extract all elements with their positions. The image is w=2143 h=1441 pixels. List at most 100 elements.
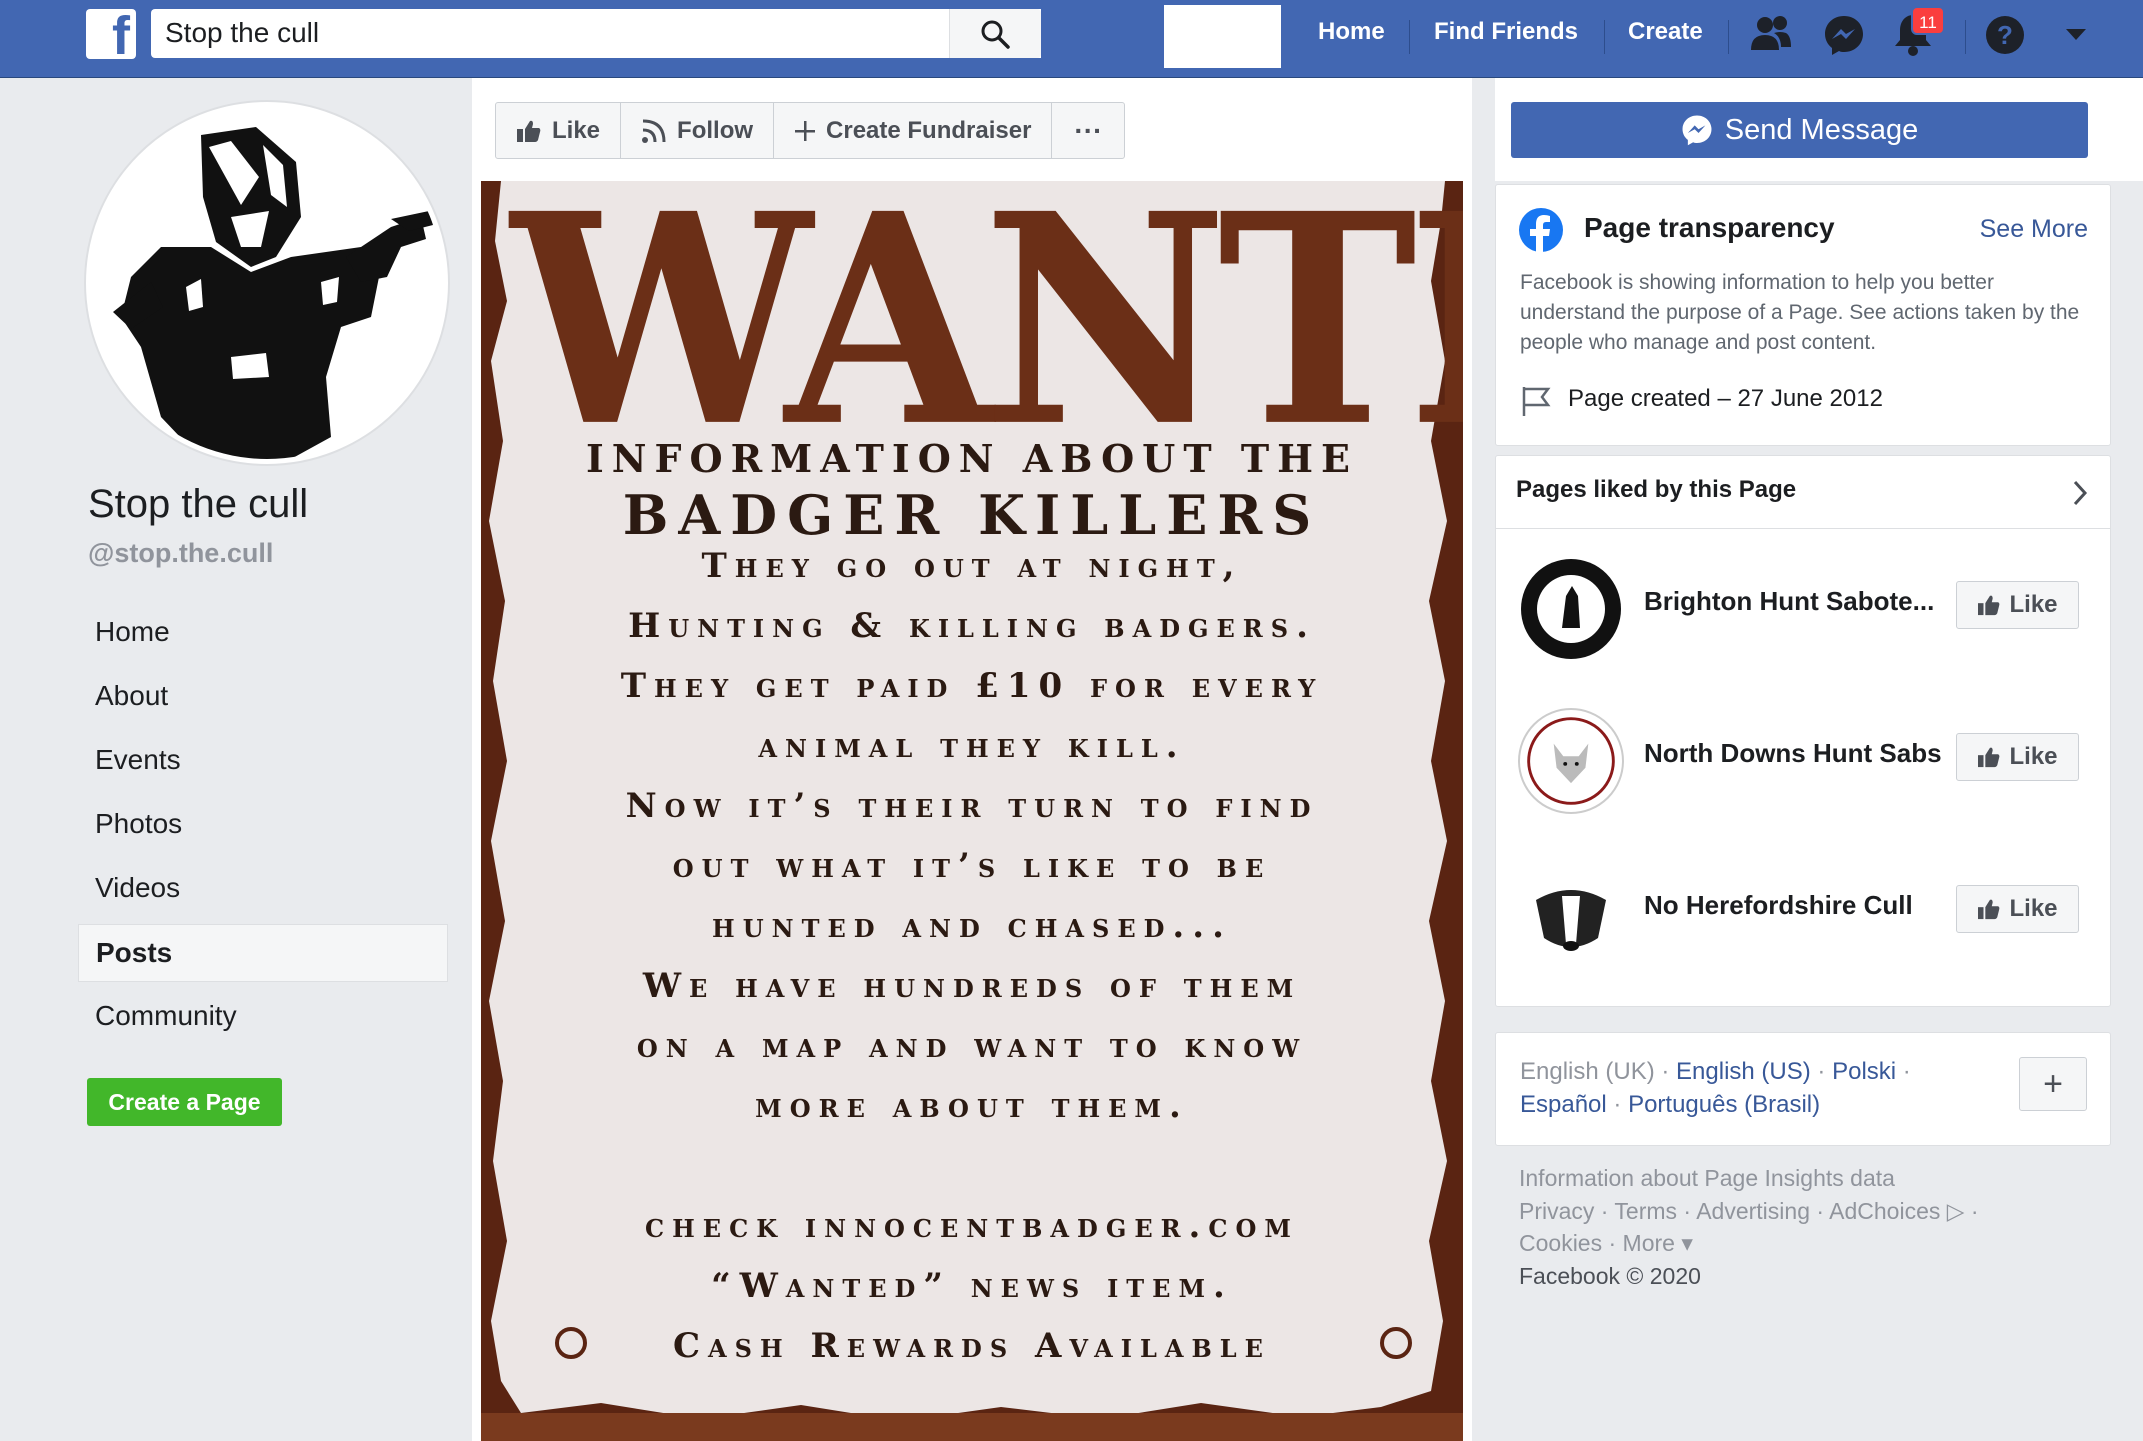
liked-page-name[interactable]: Brighton Hunt Sabote... [1644, 586, 1934, 617]
poster-line: animal they kill. [758, 726, 1186, 766]
thumbs-up-icon [1978, 747, 2000, 768]
transparency-description: Facebook is showing information to help … [1520, 271, 2080, 354]
top-navigation-bar: f Stop the cull Home Find Friends Create… [0, 0, 2143, 78]
like-page-button[interactable]: Like [1956, 581, 2079, 629]
chevron-right-icon[interactable] [2072, 480, 2088, 506]
like-label: Like [552, 116, 601, 144]
create-page-button[interactable]: Create a Page [87, 1078, 282, 1126]
liked-page-name[interactable]: No Herefordshire Cull [1644, 890, 1913, 921]
like-label: Like [2009, 895, 2058, 922]
liked-page-name[interactable]: North Downs Hunt Sabs [1644, 738, 1942, 769]
sidebar-item-posts[interactable]: Posts [78, 924, 448, 982]
language-link-polski[interactable]: Polski [1832, 1058, 1896, 1085]
flag-icon [1522, 387, 1551, 416]
poster-line: Hunting & killing badgers. [628, 606, 1316, 646]
thumbs-up-icon [517, 120, 541, 142]
rss-follow-icon [642, 119, 666, 143]
poster-line: They go out at night, [701, 546, 1243, 586]
send-message-label: Send Message [1724, 113, 1919, 146]
send-message-button[interactable]: Send Message [1511, 102, 2088, 158]
like-label: Like [2009, 591, 2058, 618]
language-list: English (UK) · English (US) · Polski · E… [1520, 1058, 1911, 1118]
nav-create[interactable]: Create [1628, 18, 1703, 46]
facebook-circle-icon [1519, 208, 1563, 253]
poster-line: Cash Rewards Available [673, 1326, 1271, 1366]
copyright: Facebook © 2020 [1519, 1262, 1701, 1289]
language-link-portugues[interactable]: Português (Brasil) [1628, 1091, 1820, 1118]
sidebar-item-about[interactable]: About [78, 668, 448, 726]
messenger-icon [1682, 115, 1712, 146]
page-created-date: Page created – 27 June 2012 [1568, 385, 1883, 412]
fox-emblem-icon [1527, 717, 1615, 805]
wanted-poster-image[interactable]: WANTED INFORMATION ABOUT THE BADGER KILL… [481, 181, 1463, 1441]
follow-label: Follow [677, 116, 754, 144]
liked-page-item[interactable]: North Downs Hunt Sabs Like [1496, 708, 2110, 828]
like-page-button[interactable]: Like [1956, 733, 2079, 781]
poster-subheading: INFORMATION ABOUT THE [586, 436, 1358, 481]
poster-line: more about them. [755, 1086, 1189, 1126]
search-icon [981, 20, 1010, 49]
brighton-hunt-saboteurs-logo[interactable] [1518, 556, 1624, 662]
nav-home[interactable]: Home [1318, 18, 1385, 46]
messenger-icon[interactable] [1823, 14, 1865, 56]
poster-line: check innocentbadger.com [645, 1206, 1299, 1246]
nav-find-friends[interactable]: Find Friends [1434, 18, 1578, 46]
liked-page-item[interactable]: Brighton Hunt Sabote... Like [1496, 556, 2110, 676]
create-fundraiser-button[interactable]: Create Fundraiser [774, 103, 1053, 158]
like-label: Like [2009, 743, 2058, 770]
page-action-bar: Like Follow Create Fundraiser ··· [495, 102, 1126, 159]
plus-icon [795, 120, 816, 141]
friends-icon[interactable] [1750, 14, 1792, 54]
like-page-button[interactable]: Like [1956, 885, 2079, 933]
current-language: English (UK) [1520, 1058, 1655, 1085]
like-page-button[interactable]: Like [496, 103, 622, 158]
thumbs-up-icon [1978, 899, 2000, 920]
svg-text:?: ? [1997, 20, 2013, 50]
poster-line: hunted and chased... [712, 906, 1232, 946]
pages-liked-card: Pages liked by this Page Brighton Hunt S… [1495, 455, 2111, 1007]
facebook-logo[interactable]: f [86, 9, 136, 63]
liked-page-item[interactable]: No Herefordshire Cull Like [1496, 860, 2110, 980]
poster-line: out what it’s like to be [672, 846, 1272, 886]
language-link-espanol[interactable]: Español [1520, 1091, 1607, 1118]
sidebar-item-photos[interactable]: Photos [78, 796, 448, 854]
language-selector-card: English (UK) · English (US) · Polski · E… [1495, 1032, 2111, 1146]
poster-line: on a map and want to know [636, 1026, 1308, 1066]
page-footer: Information about Page Insights data Pri… [1519, 1162, 1979, 1292]
help-icon[interactable]: ? [1985, 15, 2025, 55]
page-transparency-card: Page transparency See More Facebook is s… [1495, 184, 2111, 446]
more-options-button[interactable]: ··· [1052, 103, 1124, 158]
hunt-sab-emblem-icon [1521, 559, 1621, 659]
footer-links[interactable]: Privacy · Terms · Advertising · AdChoice… [1519, 1195, 1979, 1228]
follow-page-button[interactable]: Follow [621, 103, 775, 158]
transparency-title: Page transparency [1584, 212, 1835, 243]
poster-line: They get paid £10 for every [620, 666, 1324, 706]
account-menu-icon[interactable] [2065, 28, 2087, 42]
profile-link[interactable] [1164, 5, 1281, 68]
page-username[interactable]: @stop.the.cull [88, 538, 273, 569]
notification-count-badge: 11 [1911, 6, 1945, 35]
pages-liked-title[interactable]: Pages liked by this Page [1516, 476, 1796, 504]
poster-line: Now it’s their turn to find [625, 786, 1319, 826]
poster-line: We have hundreds of them [642, 966, 1302, 1006]
footer-links-more[interactable]: Cookies · More ▾ [1519, 1227, 1979, 1260]
sidebar-item-home[interactable]: Home [78, 604, 448, 662]
search-button[interactable] [949, 9, 1041, 58]
page-insights-link[interactable]: Information about Page Insights data [1519, 1162, 1979, 1195]
language-link-english-us[interactable]: English (US) [1676, 1058, 1811, 1085]
sidebar-item-community[interactable]: Community [78, 988, 448, 1046]
north-downs-hunt-sabs-logo[interactable] [1518, 708, 1624, 814]
poster-heading: BADGER KILLERS [622, 483, 1322, 547]
page-profile-picture[interactable] [86, 102, 448, 464]
page-title: Stop the cull [88, 482, 309, 526]
see-more-link[interactable]: See More [1980, 215, 2088, 244]
create-fundraiser-label: Create Fundraiser [826, 116, 1032, 144]
search-input[interactable]: Stop the cull [151, 9, 1041, 58]
sidebar-item-videos[interactable]: Videos [78, 860, 448, 918]
thumbs-up-icon [1978, 595, 2000, 616]
badger-face-icon [1536, 890, 1606, 951]
poster-line: “Wanted” news item. [711, 1266, 1233, 1306]
no-herefordshire-cull-logo[interactable] [1518, 860, 1624, 966]
add-language-button[interactable]: + [2019, 1057, 2087, 1111]
sidebar-item-events[interactable]: Events [78, 732, 448, 790]
